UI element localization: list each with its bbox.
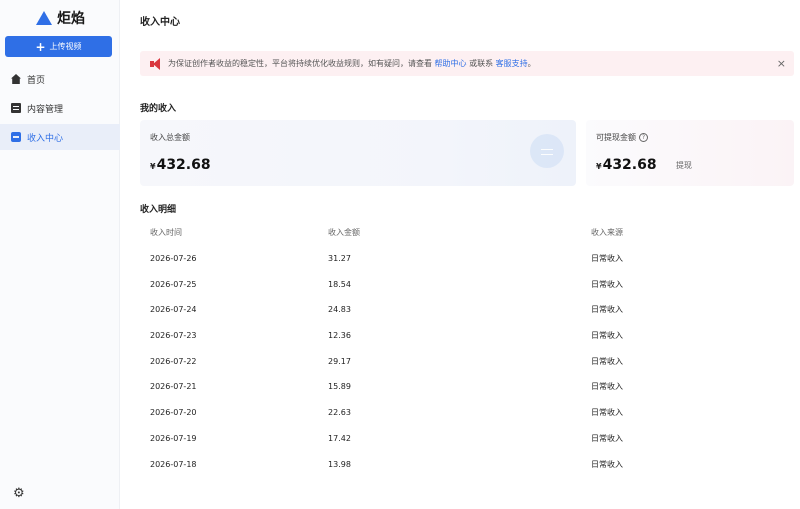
- cell-amount: 12.36: [328, 331, 351, 341]
- cell-source: 日常收入: [591, 433, 623, 443]
- cell-source: 日常收入: [591, 279, 623, 289]
- main-content: 收入中心 为保证创作者收益的稳定性，平台将持续优化收益规则，如有疑问，请查看 帮…: [120, 0, 800, 509]
- table-row: 2026-07-21 15.89 日常收入: [140, 374, 794, 400]
- cell-amount: 17.42: [328, 433, 351, 443]
- page-title: 收入中心: [140, 17, 180, 28]
- sidebar-item-home[interactable]: 首页: [0, 66, 120, 92]
- app-name: 炬焰: [57, 11, 85, 27]
- table-row: 2026-07-19 17.42 日常收入: [140, 426, 794, 452]
- plus-icon: +: [35, 39, 46, 54]
- total-income-label: 收入总金额: [150, 133, 190, 142]
- available-income-label-row: 可提现金额 ?: [596, 132, 648, 143]
- cell-source: 日常收入: [591, 305, 623, 315]
- notice-message: 为保证创作者收益的稳定性，平台将持续优化收益规则，如有疑问，请查看: [168, 59, 432, 68]
- cell-time: 2026-07-25: [150, 279, 197, 289]
- cell-amount: 31.27: [328, 254, 351, 264]
- close-icon[interactable]: ×: [777, 57, 786, 70]
- sidebar-item-income[interactable]: 收入中心: [0, 124, 120, 150]
- cell-source: 日常收入: [591, 408, 623, 418]
- cell-source: 日常收入: [591, 331, 623, 341]
- column-header-time: 收入时间: [150, 228, 182, 238]
- app-logo[interactable]: 炬焰: [36, 9, 85, 27]
- cell-amount: 15.89: [328, 382, 351, 392]
- cell-time: 2026-07-24: [150, 305, 197, 315]
- total-income-card: 收入总金额 ¥ 432.68: [140, 120, 576, 186]
- table-row: 2026-07-18 13.98 日常收入: [140, 451, 794, 477]
- currency-symbol: ¥: [596, 162, 602, 171]
- help-center-link[interactable]: 帮助中心: [435, 59, 467, 68]
- income-detail-heading: 收入明细: [140, 205, 177, 215]
- notice-text: 为保证创作者收益的稳定性，平台将持续优化收益规则，如有疑问，请查看 帮助中心 或…: [168, 58, 536, 69]
- flame-logo-icon: [36, 11, 52, 25]
- cell-time: 2026-07-18: [150, 459, 197, 469]
- cell-source: 日常收入: [591, 382, 623, 392]
- total-income-value: 432.68: [156, 157, 211, 173]
- cell-amount: 22.63: [328, 408, 351, 418]
- cell-time: 2026-07-26: [150, 254, 197, 264]
- notice-banner: 为保证创作者收益的稳定性，平台将持续优化收益规则，如有疑问，请查看 帮助中心 或…: [140, 51, 794, 76]
- sidebar: 炬焰 + 上传视频 首页 内容管理 收入中心 ⚙: [0, 0, 120, 509]
- cell-amount: 13.98: [328, 459, 351, 469]
- available-income-amount: ¥ 432.68: [596, 157, 657, 173]
- sidebar-nav: 首页 内容管理 收入中心: [0, 66, 120, 153]
- cell-time: 2026-07-23: [150, 331, 197, 341]
- sidebar-item-label: 收入中心: [27, 133, 64, 144]
- income-detail-table: 收入时间 收入金额 收入来源 2026-07-26 31.27 日常收入 202…: [140, 220, 794, 477]
- available-income-card: 可提现金额 ? ¥ 432.68 提现: [586, 120, 794, 186]
- upload-video-button[interactable]: + 上传视频: [5, 36, 112, 57]
- cell-amount: 18.54: [328, 279, 351, 289]
- notice-end: 。: [527, 59, 536, 68]
- notice-connector: 或联系: [469, 59, 494, 68]
- cell-source: 日常收入: [591, 356, 623, 366]
- cell-source: 日常收入: [591, 254, 623, 264]
- cell-time: 2026-07-20: [150, 408, 197, 418]
- my-income-heading: 我的收入: [140, 104, 177, 114]
- table-row: 2026-07-20 22.63 日常收入: [140, 400, 794, 426]
- table-row: 2026-07-26 31.27 日常收入: [140, 246, 794, 272]
- table-header-row: 收入时间 收入金额 收入来源: [140, 220, 794, 246]
- support-link[interactable]: 客服支持: [496, 59, 528, 68]
- available-income-value: 432.68: [602, 157, 657, 173]
- currency-symbol: ¥: [150, 162, 156, 171]
- table-row: 2026-07-24 24.83 日常收入: [140, 297, 794, 323]
- sidebar-item-label: 内容管理: [27, 104, 64, 115]
- available-income-label: 可提现金额: [596, 133, 636, 142]
- cell-source: 日常收入: [591, 459, 623, 469]
- cell-time: 2026-07-19: [150, 433, 197, 443]
- column-header-amount: 收入金额: [328, 228, 360, 238]
- wallet-illustration-icon: [530, 134, 564, 168]
- table-row: 2026-07-23 12.36 日常收入: [140, 323, 794, 349]
- speaker-icon: [150, 57, 162, 70]
- upload-video-label: 上传视频: [49, 42, 82, 51]
- cell-time: 2026-07-21: [150, 382, 197, 392]
- home-icon: [11, 74, 21, 84]
- total-income-amount: ¥ 432.68: [150, 157, 211, 173]
- table-row: 2026-07-22 29.17 日常收入: [140, 348, 794, 374]
- content-icon: [11, 103, 21, 113]
- gear-icon[interactable]: ⚙: [13, 487, 26, 500]
- column-header-source: 收入来源: [591, 228, 623, 238]
- cell-amount: 29.17: [328, 356, 351, 366]
- withdraw-button[interactable]: 提现: [676, 160, 692, 171]
- sidebar-item-content[interactable]: 内容管理: [0, 95, 120, 121]
- table-row: 2026-07-25 18.54 日常收入: [140, 271, 794, 297]
- sidebar-item-label: 首页: [27, 75, 46, 86]
- cell-amount: 24.83: [328, 305, 351, 315]
- income-icon: [11, 132, 21, 142]
- cell-time: 2026-07-22: [150, 356, 197, 366]
- help-question-icon[interactable]: ?: [639, 133, 648, 142]
